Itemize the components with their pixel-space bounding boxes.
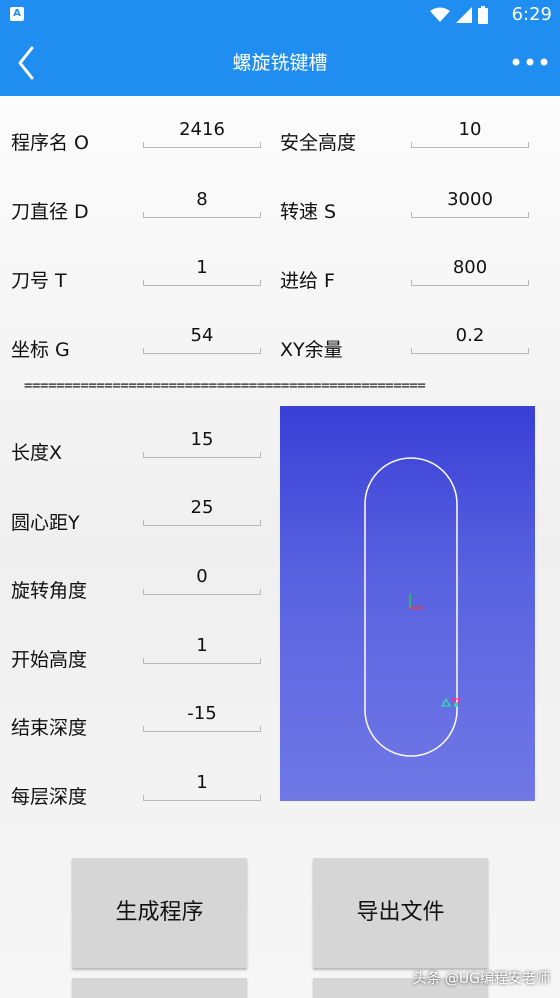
program-name-input[interactable]: 2416 <box>143 116 261 148</box>
watermark-text: 头条 @UG编程安老师 <box>412 971 550 987</box>
feed-rate-input[interactable]: 800 <box>411 254 529 286</box>
tool-number-input[interactable]: 1 <box>143 254 261 286</box>
program-name-label: 程序名 O <box>11 132 89 154</box>
rotation-angle-label: 旋转角度 <box>11 580 88 602</box>
xy-allowance-input[interactable]: 0.2 <box>411 322 529 354</box>
app-notification-icon: A <box>10 7 24 21</box>
toolpath-preview[interactable] <box>280 406 535 801</box>
end-depth-label: 结束深度 <box>11 717 88 739</box>
secondary-button-left[interactable] <box>72 978 247 998</box>
slot-outline <box>364 457 458 757</box>
length-x-input[interactable]: 15 <box>143 426 261 458</box>
center-distance-y-label: 圆心距Y <box>11 512 80 534</box>
more-options-button[interactable] <box>510 52 550 72</box>
depth-per-layer-input[interactable]: 1 <box>143 769 261 801</box>
wifi-icon <box>430 7 450 22</box>
depth-per-layer-label: 每层深度 <box>11 786 88 808</box>
start-height-label: 开始高度 <box>11 649 88 671</box>
tool-diameter-label: 刀直径 D <box>11 201 89 223</box>
app-bar: 螺旋铣键槽 <box>0 30 560 96</box>
tool-number-label: 刀号 T <box>11 270 67 292</box>
safe-height-input[interactable]: 10 <box>411 116 529 148</box>
spindle-speed-input[interactable]: 3000 <box>411 186 529 218</box>
tool-diameter-input[interactable]: 8 <box>143 186 261 218</box>
center-distance-y-input[interactable]: 25 <box>143 494 261 526</box>
generate-program-button[interactable]: 生成程序 <box>72 858 247 968</box>
xy-allowance-label: XY余量 <box>280 339 343 361</box>
chevron-left-icon <box>18 46 34 80</box>
feed-rate-label: 进给 F <box>280 270 335 292</box>
cellular-signal-icon <box>456 7 472 23</box>
section-separator: ========================================… <box>24 378 426 394</box>
export-file-button[interactable]: 导出文件 <box>313 858 488 968</box>
rotation-angle-input[interactable]: 0 <box>143 563 261 595</box>
coordinate-label: 坐标 G <box>11 339 70 361</box>
coordinate-input[interactable]: 54 <box>143 322 261 354</box>
toolpath-drawing <box>364 457 462 757</box>
safe-height-label: 安全高度 <box>280 132 357 154</box>
end-depth-input[interactable]: -15 <box>143 700 261 732</box>
page-title: 螺旋铣键槽 <box>232 52 328 74</box>
status-time: 6:29 <box>511 4 552 25</box>
start-height-input[interactable]: 1 <box>143 632 261 664</box>
spindle-speed-label: 转速 S <box>280 201 337 223</box>
back-button[interactable] <box>10 44 46 82</box>
more-horizontal-icon <box>512 58 548 66</box>
length-x-label: 长度X <box>11 442 63 464</box>
status-bar: A 6:29 <box>0 0 560 30</box>
battery-icon <box>478 6 488 24</box>
origin-axis-icon <box>409 594 423 609</box>
